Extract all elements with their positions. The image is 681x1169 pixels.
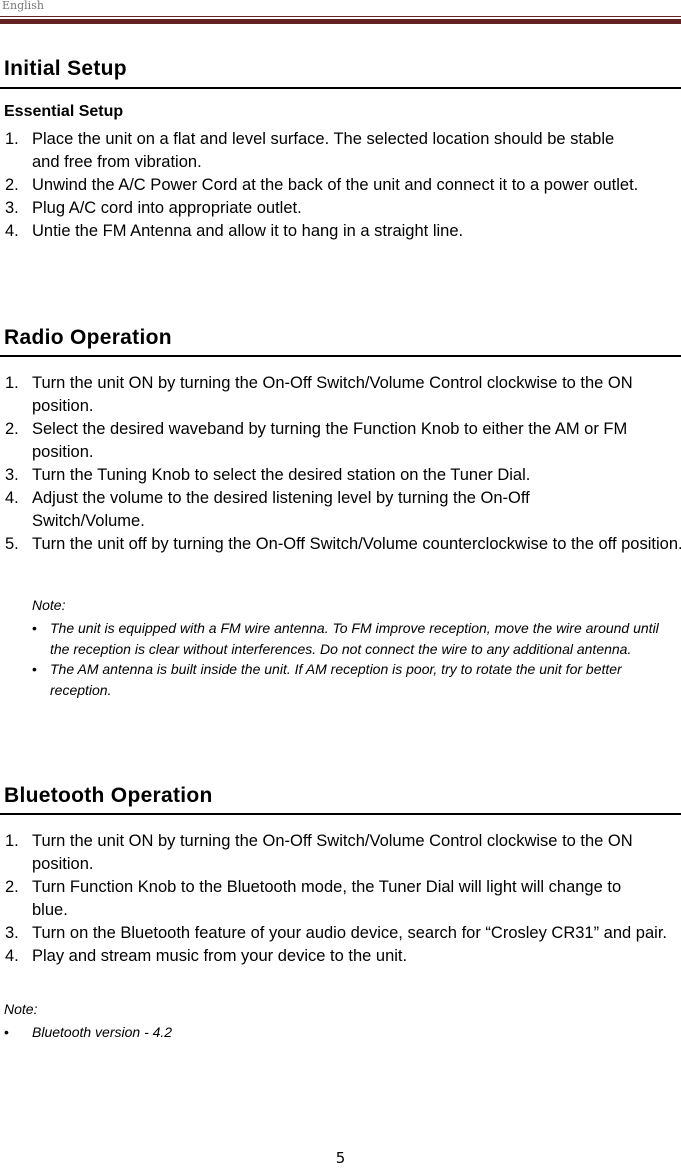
page-number: 5 [335, 1149, 346, 1167]
list-item: 4. Untie the FM Antenna and allow it to … [0, 220, 672, 243]
list-item: 2. Turn Function Knob to the Bluetooth m… [0, 876, 632, 922]
section-title-initial-setup: Initial Setup [4, 57, 127, 80]
note-item: • The unit is equipped with a FM wire an… [32, 618, 680, 659]
step-number: 1. [5, 374, 19, 392]
list-item: 5. Turn the unit off by turning the On-O… [0, 533, 681, 556]
section-title-bluetooth-operation: Bluetooth Operation [4, 784, 213, 807]
list-item: 2. Select the desired waveband by turnin… [0, 418, 681, 464]
header-language-label: English [2, 0, 44, 12]
list-item: 3. Plug A/C cord into appropriate outlet… [0, 197, 672, 220]
bullet-icon: • [32, 620, 37, 636]
note-item: • Bluetooth version - 4.2 [4, 1022, 674, 1043]
step-number: 4. [5, 947, 19, 965]
step-text: Turn the unit off by turning the On-Off … [32, 535, 681, 553]
step-text: Turn on the Bluetooth feature of your au… [32, 924, 667, 942]
step-number: 1. [5, 832, 19, 850]
step-text: Play and stream music from your device t… [32, 947, 408, 965]
step-text: Unwind the A/C Power Cord at the back of… [32, 176, 639, 194]
list-item: 4. Adjust the volume to the desired list… [0, 487, 607, 533]
step-text: Plug A/C cord into appropriate outlet. [32, 199, 302, 217]
note-text: The AM antenna is built inside the unit.… [50, 661, 622, 698]
radio-operation-steps: 1. Turn the unit ON by turning the On-Of… [0, 372, 681, 556]
note-label: Note: [32, 597, 66, 613]
section-rule [0, 355, 681, 357]
step-number: 1. [5, 130, 19, 148]
list-item: 3. Turn the Tuning Knob to select the de… [0, 464, 672, 487]
list-item: 1. Turn the unit ON by turning the On-Of… [0, 830, 652, 876]
bluetooth-notes: • Bluetooth version - 4.2 [4, 1022, 674, 1043]
list-item: 1. Place the unit on a flat and level su… [0, 128, 642, 174]
step-text: Turn Function Knob to the Bluetooth mode… [32, 878, 622, 919]
step-number: 4. [5, 489, 19, 507]
initial-setup-steps: 1. Place the unit on a flat and level su… [0, 128, 681, 243]
header-rule-thick [0, 19, 681, 24]
step-number: 3. [5, 466, 19, 484]
list-item: 3. Turn on the Bluetooth feature of your… [0, 922, 681, 945]
step-text: Select the desired waveband by turning t… [32, 420, 628, 461]
step-text: Turn the unit ON by turning the On-Off S… [32, 374, 633, 415]
section-rule [0, 87, 681, 89]
step-number: 4. [5, 222, 19, 240]
bluetooth-operation-steps: 1. Turn the unit ON by turning the On-Of… [0, 830, 681, 968]
note-text: Bluetooth version - 4.2 [32, 1024, 173, 1040]
step-text: Turn the unit ON by turning the On-Off S… [32, 832, 633, 873]
note-text: The unit is equipped with a FM wire ante… [50, 620, 659, 657]
note-label: Note: [4, 1001, 38, 1017]
bullet-icon: • [32, 661, 37, 677]
section-title-radio-operation: Radio Operation [4, 326, 172, 349]
bullet-icon: • [4, 1024, 9, 1040]
list-item: 2. Unwind the A/C Power Cord at the back… [0, 174, 672, 197]
step-number: 2. [5, 176, 19, 194]
step-number: 2. [5, 420, 19, 438]
step-text: Place the unit on a flat and level surfa… [32, 130, 615, 171]
step-number: 3. [5, 199, 19, 217]
list-item: 1. Turn the unit ON by turning the On-Of… [0, 372, 652, 418]
step-number: 2. [5, 878, 19, 896]
step-number: 3. [5, 924, 19, 942]
step-text: Untie the FM Antenna and allow it to han… [32, 222, 464, 240]
step-text: Adjust the volume to the desired listeni… [32, 489, 530, 530]
section-rule [0, 813, 681, 815]
radio-notes: • The unit is equipped with a FM wire an… [32, 618, 680, 700]
list-item: 4. Play and stream music from your devic… [0, 945, 672, 968]
step-number: 5. [5, 535, 19, 553]
step-text: Turn the Tuning Knob to select the desir… [32, 466, 531, 484]
note-item: • The AM antenna is built inside the uni… [32, 659, 680, 700]
header-rule-thin [0, 16, 681, 17]
subtitle-essential-setup: Essential Setup [4, 103, 124, 120]
